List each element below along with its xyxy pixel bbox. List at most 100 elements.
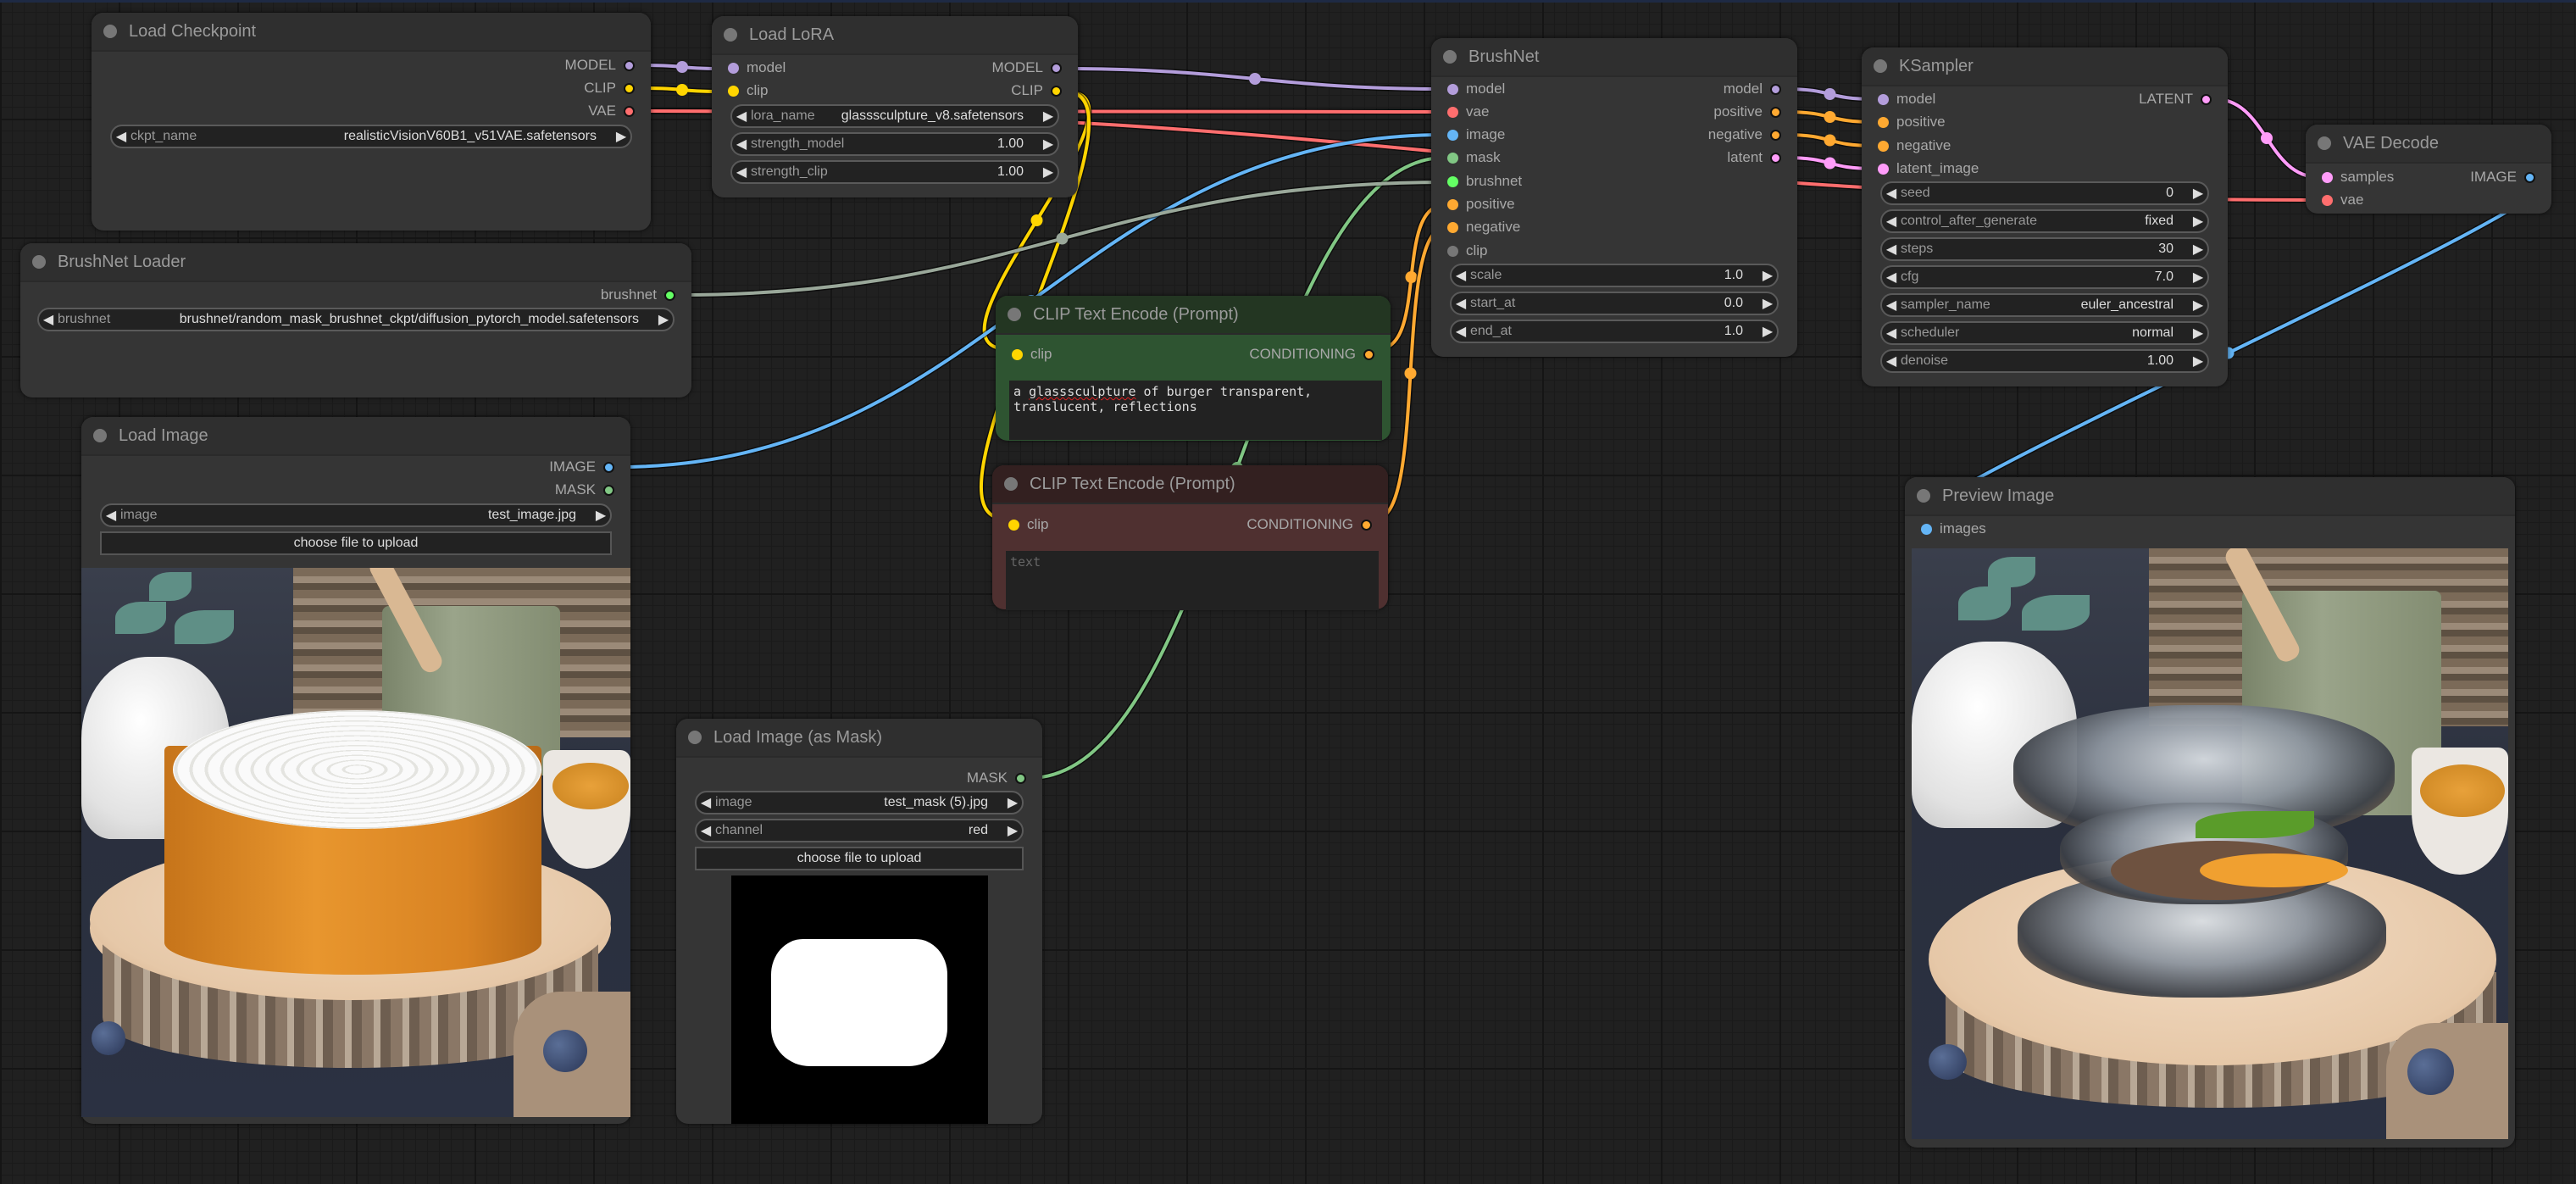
upload-button[interactable]: choose file to upload xyxy=(100,531,612,555)
wire-latent-ksampler-vaedecode[interactable] xyxy=(2214,97,2319,179)
node-vae-decode[interactable]: VAE Decode samples vae IMAGE xyxy=(2306,125,2551,214)
output-clip[interactable]: CLIP xyxy=(584,77,642,99)
input-image[interactable]: image xyxy=(1440,124,1505,146)
output-model[interactable]: MODEL xyxy=(992,57,1069,79)
widget-image[interactable]: ◀ image test_mask (5).jpg ▶ xyxy=(695,791,1024,814)
arrow-right-icon[interactable]: ▶ xyxy=(2189,185,2207,202)
pin-icon[interactable] xyxy=(624,82,635,94)
widget-strength-clip[interactable]: ◀ strength_clip 1.00 ▶ xyxy=(730,160,1059,184)
collapse-dot-icon[interactable] xyxy=(103,25,117,38)
pin-icon[interactable] xyxy=(624,105,635,117)
output-brushnet[interactable]: brushnet xyxy=(601,284,683,306)
output-clip[interactable]: CLIP xyxy=(1011,80,1069,102)
pin-icon[interactable] xyxy=(1447,245,1458,257)
pin-icon[interactable] xyxy=(728,85,739,97)
widget-strength-model[interactable]: ◀ strength_model 1.00 ▶ xyxy=(730,132,1059,156)
output-conditioning[interactable]: CONDITIONING xyxy=(1249,343,1382,365)
input-clip[interactable]: clip xyxy=(1440,240,1488,262)
pin-icon[interactable] xyxy=(1878,140,1889,152)
node-title[interactable]: CLIP Text Encode (Prompt) xyxy=(992,465,1388,504)
arrow-right-icon[interactable]: ▶ xyxy=(1003,822,1022,839)
input-negative[interactable]: negative xyxy=(1870,135,1951,157)
widget-end-at[interactable]: ◀ end_at 1.0 ▶ xyxy=(1450,320,1779,343)
collapse-dot-icon[interactable] xyxy=(1917,489,1930,503)
input-model[interactable]: model xyxy=(1440,78,1505,100)
wire-model-lora-brushnet-midpoint-handle[interactable] xyxy=(1249,73,1261,85)
pin-icon[interactable] xyxy=(728,62,739,74)
input-clip[interactable]: clip xyxy=(1001,514,1049,536)
arrow-right-icon[interactable]: ▶ xyxy=(1758,267,1777,284)
pin-icon[interactable] xyxy=(1770,106,1781,118)
widget-ckpt-name[interactable]: ◀ ckpt_name realisticVisionV60B1_v51VAE.… xyxy=(110,125,632,148)
output-model[interactable]: model xyxy=(1724,78,1789,100)
node-load-image[interactable]: Load Image IMAGE MASK ◀ image test_image.j… xyxy=(81,417,630,1124)
pin-icon[interactable] xyxy=(2322,194,2333,206)
node-clip-text-encode-positive[interactable]: CLIP Text Encode (Prompt) clip CONDITION… xyxy=(996,296,1391,441)
collapse-dot-icon[interactable] xyxy=(2318,136,2331,150)
input-positive[interactable]: positive xyxy=(1440,193,1515,215)
pin-icon[interactable] xyxy=(1008,519,1019,531)
widget-channel[interactable]: ◀ channel red ▶ xyxy=(695,819,1024,842)
arrow-left-icon[interactable]: ◀ xyxy=(1882,269,1901,286)
wire-latent-brushnet-ksampler-midpoint-handle[interactable] xyxy=(1824,157,1836,170)
collapse-dot-icon[interactable] xyxy=(93,429,107,442)
wire-clip-lora-pos-midpoint-handle[interactable] xyxy=(1030,214,1043,226)
input-vae[interactable]: vae xyxy=(1440,101,1489,123)
wire-pos-brushnet-ksampler-midpoint-handle[interactable] xyxy=(1824,111,1836,123)
node-title[interactable]: KSampler xyxy=(1862,47,2228,86)
pin-icon[interactable] xyxy=(1051,85,1062,97)
arrow-left-icon[interactable]: ◀ xyxy=(732,108,751,125)
pin-icon[interactable] xyxy=(664,289,675,301)
node-load-image-as-mask[interactable]: Load Image (as Mask) MASK ◀ image test_mas… xyxy=(676,719,1042,1124)
widget-denoise[interactable]: ◀ denoise 1.00 ▶ xyxy=(1880,349,2209,373)
node-clip-text-encode-negative[interactable]: CLIP Text Encode (Prompt) clip CONDITION… xyxy=(992,465,1388,610)
node-title[interactable]: VAE Decode xyxy=(2306,125,2551,164)
wire-model-lora-brushnet[interactable] xyxy=(1064,67,1446,91)
arrow-right-icon[interactable]: ▶ xyxy=(2189,213,2207,230)
arrow-left-icon[interactable]: ◀ xyxy=(1882,185,1901,202)
pin-icon[interactable] xyxy=(2524,171,2535,183)
arrow-right-icon[interactable]: ▶ xyxy=(1758,295,1777,312)
output-conditioning[interactable]: CONDITIONING xyxy=(1246,514,1380,536)
output-positive[interactable]: positive xyxy=(1713,101,1789,123)
arrow-left-icon[interactable]: ◀ xyxy=(1882,297,1901,314)
collapse-dot-icon[interactable] xyxy=(32,255,46,269)
input-samples[interactable]: samples xyxy=(2314,166,2394,188)
arrow-left-icon[interactable]: ◀ xyxy=(1882,353,1901,370)
arrow-left-icon[interactable]: ◀ xyxy=(1882,241,1901,258)
output-image[interactable]: IMAGE xyxy=(549,456,622,478)
node-title[interactable]: Load LoRA xyxy=(712,16,1078,55)
widget-cfg[interactable]: ◀ cfg 7.0 ▶ xyxy=(1880,265,2209,289)
output-negative[interactable]: negative xyxy=(1708,124,1789,146)
pin-icon[interactable] xyxy=(1363,348,1374,360)
arrow-right-icon[interactable]: ▶ xyxy=(2189,325,2207,342)
node-load-lora[interactable]: Load LoRA model clip MODEL CLIP ◀ lora_na… xyxy=(712,16,1078,197)
arrow-right-icon[interactable]: ▶ xyxy=(591,507,610,524)
widget-start-at[interactable]: ◀ start_at 0.0 ▶ xyxy=(1450,292,1779,315)
pin-icon[interactable] xyxy=(1012,348,1023,360)
input-clip[interactable]: clip xyxy=(1004,343,1052,365)
input-clip[interactable]: clip xyxy=(720,80,769,102)
node-brushnet-loader[interactable]: BrushNet Loader brushnet ◀ brushnet brushn… xyxy=(20,243,691,397)
wire-brushnet-loader-brushnet-midpoint-handle[interactable] xyxy=(1056,232,1069,245)
wire-brushnet-loader-brushnet[interactable] xyxy=(679,181,1446,297)
pin-icon[interactable] xyxy=(1447,129,1458,141)
arrow-right-icon[interactable]: ▶ xyxy=(2189,353,2207,370)
widget-scale[interactable]: ◀ scale 1.0 ▶ xyxy=(1450,264,1779,287)
input-images[interactable]: images xyxy=(1913,518,1986,540)
upload-button[interactable]: choose file to upload xyxy=(695,847,1024,870)
node-title[interactable]: BrushNet xyxy=(1431,38,1797,77)
arrow-left-icon[interactable]: ◀ xyxy=(39,311,58,328)
input-positive[interactable]: positive xyxy=(1870,111,1946,133)
arrow-left-icon[interactable]: ◀ xyxy=(1882,325,1901,342)
arrow-right-icon[interactable]: ▶ xyxy=(1003,794,1022,811)
widget-brushnet[interactable]: ◀ brushnet brushnet/random_mask_brushnet_c… xyxy=(37,308,675,331)
input-brushnet[interactable]: brushnet xyxy=(1440,170,1522,192)
negative-prompt-textarea[interactable]: text xyxy=(1006,551,1379,610)
node-title[interactable]: Load Image xyxy=(81,417,630,456)
pin-icon[interactable] xyxy=(1447,152,1458,164)
input-vae[interactable]: vae xyxy=(2314,189,2363,211)
arrow-right-icon[interactable]: ▶ xyxy=(1039,164,1058,181)
wire-neg-brushnet-ksampler-midpoint-handle[interactable] xyxy=(1824,134,1836,147)
wire-latent-ksampler-vaedecode-midpoint-handle[interactable] xyxy=(2261,131,2273,144)
